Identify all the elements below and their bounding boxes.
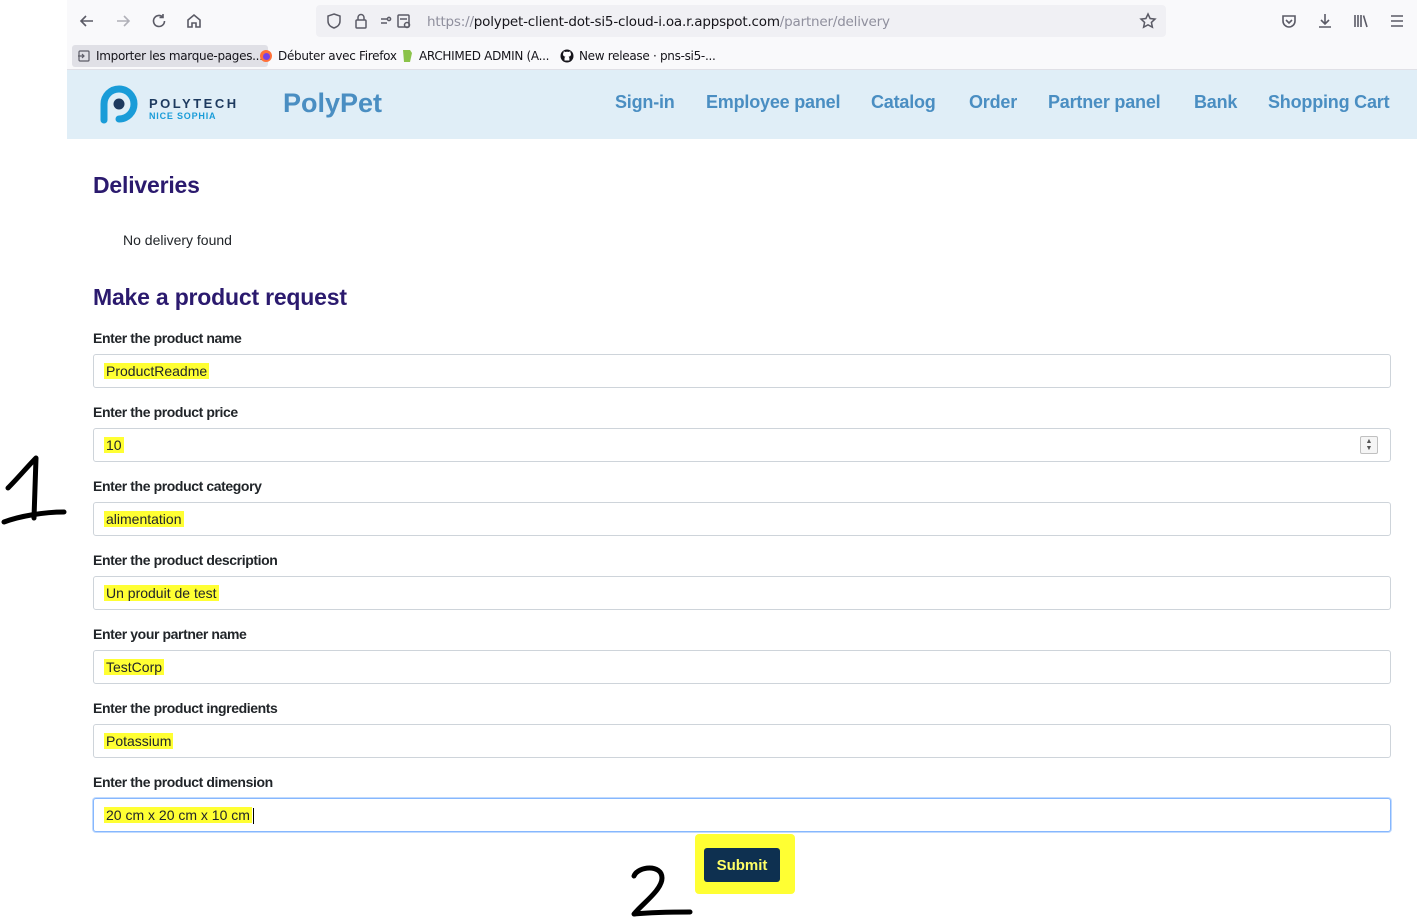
- product-description-input[interactable]: Un produit de test: [93, 576, 1391, 610]
- url-protocol: https://: [427, 14, 474, 30]
- product-price-input[interactable]: 10 ▲ ▼: [93, 428, 1391, 462]
- site-header: POLYTECH NICE SOPHIA PolyPet Sign-in Emp…: [67, 70, 1417, 139]
- product-category-input[interactable]: alimentation: [93, 502, 1391, 536]
- github-icon: [560, 49, 574, 63]
- import-icon: [78, 50, 90, 62]
- pocket-icon[interactable]: [1276, 8, 1302, 34]
- no-delivery-message: No delivery found: [123, 232, 232, 248]
- polytech-logo-icon[interactable]: [94, 80, 142, 128]
- lock-icon[interactable]: [352, 12, 370, 30]
- bookmark-archimed[interactable]: ARCHIMED ADMIN (A...: [395, 45, 554, 67]
- nav-employee-panel[interactable]: Employee panel: [706, 92, 840, 113]
- product-dimension-value: 20 cm x 20 cm x 10 cm: [104, 807, 254, 825]
- download-icon[interactable]: [1312, 8, 1338, 34]
- bookmark-star-icon[interactable]: [1139, 12, 1157, 30]
- bookmark-github[interactable]: New release · pns-si5-...: [555, 45, 721, 67]
- product-category-value: alimentation: [104, 511, 184, 527]
- product-request-title: Make a product request: [93, 284, 347, 310]
- bookmark-label: Débuter avec Firefox: [278, 49, 397, 63]
- browser-toolbar: https://polypet-client-dot-si5-cloud-i.o…: [67, 0, 1417, 42]
- bookmarks-bar: Importer les marque-pages... Débuter ave…: [67, 42, 1417, 70]
- partner-name-value: TestCorp: [104, 659, 165, 675]
- url-path: /partner/delivery: [779, 14, 890, 30]
- home-icon[interactable]: [181, 8, 207, 34]
- product-category-label: Enter the product category: [93, 478, 262, 494]
- product-price-label: Enter the product price: [93, 404, 238, 420]
- polytech-logo-text: POLYTECH NICE SOPHIA: [149, 97, 239, 122]
- logo-line2: NICE SOPHIA: [149, 111, 217, 121]
- bookmark-firefox[interactable]: Débuter avec Firefox: [254, 45, 402, 67]
- nav-shopping-cart[interactable]: Shopping Cart: [1268, 92, 1390, 113]
- forward-arrow-icon[interactable]: [110, 8, 136, 34]
- deliveries-title: Deliveries: [93, 172, 200, 198]
- library-icon[interactable]: [1348, 8, 1374, 34]
- annotation-step-1-icon: [1, 455, 67, 525]
- bookmark-import[interactable]: Importer les marque-pages...: [72, 45, 268, 67]
- back-arrow-icon[interactable]: [74, 8, 100, 34]
- nav-bank[interactable]: Bank: [1194, 92, 1237, 113]
- bookmark-label: Importer les marque-pages...: [96, 49, 263, 63]
- product-ingredients-label: Enter the product ingredients: [93, 700, 278, 716]
- partner-name-input[interactable]: TestCorp: [93, 650, 1391, 684]
- submit-button[interactable]: Submit: [704, 848, 780, 882]
- url-text[interactable]: https://polypet-client-dot-si5-cloud-i.o…: [427, 14, 890, 30]
- text-caret: [252, 808, 254, 825]
- product-ingredients-value: Potassium: [104, 733, 174, 749]
- brand-title[interactable]: PolyPet: [283, 88, 382, 119]
- annotation-step-2-icon: [631, 865, 693, 917]
- logo-line1: POLYTECH: [149, 96, 239, 111]
- product-name-input[interactable]: ProductReadme: [93, 354, 1391, 388]
- number-stepper-icon[interactable]: ▲ ▼: [1360, 436, 1378, 454]
- product-name-value: ProductReadme: [104, 363, 210, 379]
- nav-sign-in[interactable]: Sign-in: [615, 92, 675, 113]
- product-dimension-input[interactable]: 20 cm x 20 cm x 10 cm: [93, 798, 1391, 832]
- shield-icon[interactable]: [325, 12, 343, 30]
- product-ingredients-input[interactable]: Potassium: [93, 724, 1391, 758]
- product-dimension-label: Enter the product dimension: [93, 774, 273, 790]
- url-host: polypet-client-dot-si5-cloud-i.oa.r.apps…: [473, 14, 780, 30]
- bookmark-label: New release · pns-si5-...: [579, 49, 716, 63]
- nav-catalog[interactable]: Catalog: [871, 92, 936, 113]
- nav-order[interactable]: Order: [969, 92, 1017, 113]
- reload-icon[interactable]: [146, 8, 172, 34]
- nav-partner-panel[interactable]: Partner panel: [1048, 92, 1161, 113]
- partner-name-label: Enter your partner name: [93, 626, 247, 642]
- product-price-value: 10: [104, 437, 124, 453]
- product-name-label: Enter the product name: [93, 330, 242, 346]
- menu-icon[interactable]: [1384, 8, 1410, 34]
- product-description-label: Enter the product description: [93, 552, 278, 568]
- bookmark-label: ARCHIMED ADMIN (A...: [419, 49, 550, 63]
- product-description-value: Un produit de test: [104, 585, 219, 601]
- url-bar[interactable]: https://polypet-client-dot-si5-cloud-i.o…: [316, 5, 1166, 37]
- firefox-icon: [260, 50, 272, 62]
- archimed-icon: [403, 50, 412, 62]
- permissions-icon[interactable]: [379, 12, 413, 30]
